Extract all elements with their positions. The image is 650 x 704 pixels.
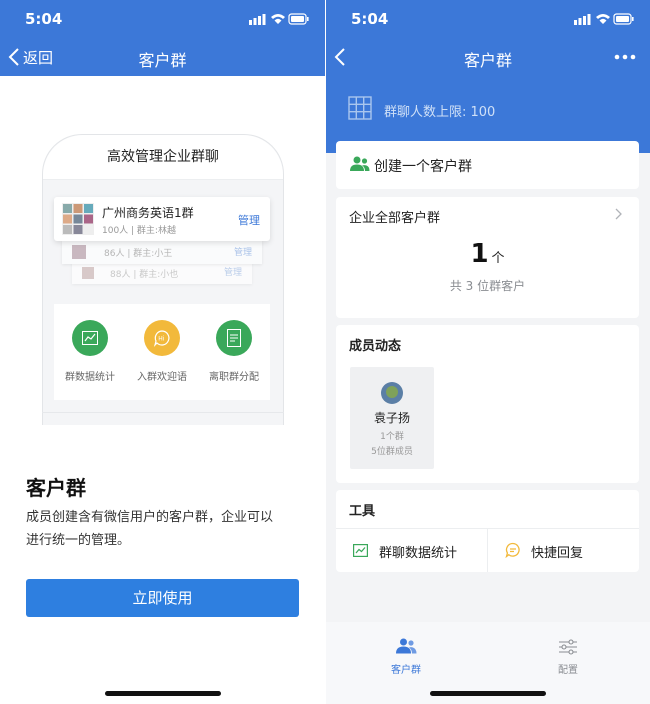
left-screen: 5:04 返回 客户群 高效管理企业群聊 88人 | 群主:小也 管理 86人 … — [0, 0, 325, 704]
group-manage-link: 管理 — [233, 248, 252, 258]
member-limit-label: 群聊人数上限: 100 — [384, 105, 496, 120]
quick-reply-tool[interactable]: 快捷回复 — [488, 529, 639, 572]
divider — [42, 412, 284, 413]
tab-customer-groups[interactable]: 客户群 — [366, 636, 446, 680]
feature-resign-assign: 离职群分配 — [198, 304, 270, 400]
group-meta: 88人 | 群主:小也 — [110, 270, 179, 280]
group-count-value: 1 — [470, 239, 489, 269]
page-title: 客户群 — [138, 51, 187, 70]
group-count-unit: 个 — [491, 251, 505, 266]
tools-card: 工具 群聊数据统计 快捷回复 — [336, 490, 639, 572]
group-stats-label: 群聊数据统计 — [379, 546, 458, 561]
grid-icon — [348, 96, 372, 120]
all-groups-title: 企业全部客户群 — [349, 211, 441, 226]
right-screen: 5:04 客户群 群聊人数上限: 100 创建一个客户群 企业全部客户群 1 个… — [326, 0, 650, 704]
group-stats-tool[interactable]: 群聊数据统计 — [336, 529, 487, 572]
page-title: 客户群 — [463, 51, 512, 70]
more-icon[interactable] — [614, 54, 636, 60]
group-manage-link: 管理 — [223, 268, 242, 278]
group-card-1: 广州商务英语1群 100人 | 群主:林越 管理 — [54, 197, 270, 241]
tab-label: 客户群 — [391, 665, 421, 676]
group-avatar — [72, 245, 86, 259]
feature-label: 群数据统计 — [65, 372, 115, 383]
feature-welcome-msg: Hi 入群欢迎语 — [126, 304, 198, 400]
group-meta: 86人 | 群主:小王 — [104, 249, 173, 259]
mockup-heading: 高效管理企业群聊 — [43, 135, 283, 180]
feature-panel: 群数据统计 Hi 入群欢迎语 离职群分配 — [54, 304, 270, 400]
document-icon — [216, 320, 252, 356]
status-bar: 5:04 — [0, 0, 325, 38]
chart-icon — [353, 544, 368, 557]
group-meta: 100人 | 群主:林越 — [102, 226, 176, 236]
member-customer-count: 5位群成员 — [371, 447, 413, 457]
status-time: 5:04 — [25, 10, 63, 28]
svg-text:Hi: Hi — [158, 336, 165, 343]
group-avatar-grid — [62, 203, 94, 235]
intro-desc-line1: 成员创建含有微信用户的客户群，企业可以 — [26, 510, 274, 525]
member-activity-title: 成员动态 — [349, 339, 402, 354]
status-time: 5:04 — [351, 10, 389, 28]
nav-bar: 返回 客户群 — [0, 38, 325, 76]
feature-label: 入群欢迎语 — [137, 372, 187, 383]
sliders-icon — [559, 639, 577, 655]
home-indicator — [430, 691, 546, 696]
intro-desc-line2: 进行统一的管理。 — [26, 533, 131, 548]
create-group-label: 创建一个客户群 — [374, 159, 472, 175]
chat-bubble-icon — [505, 542, 520, 558]
status-bar: 5:04 — [326, 0, 650, 38]
group-avatar — [82, 267, 94, 279]
member-activity-card: 成员动态 袁子扬 1个群 5位群成员 — [336, 325, 639, 483]
tab-label: 配置 — [558, 665, 578, 676]
group-card-3: 88人 | 群主:小也 管理 — [72, 262, 252, 284]
users-icon — [396, 638, 417, 654]
status-icons — [574, 13, 634, 25]
hi-bubble-icon: Hi — [144, 320, 180, 356]
create-group-button[interactable]: 创建一个客户群 — [336, 141, 639, 189]
status-icons — [249, 13, 309, 25]
group-count: 1个 — [336, 239, 639, 269]
use-now-button[interactable]: 立即使用 — [26, 579, 299, 617]
all-groups-card[interactable]: 企业全部客户群 1个 共 3 位群客户 — [336, 197, 639, 318]
feature-label: 离职群分配 — [209, 372, 259, 383]
quick-reply-label: 快捷回复 — [531, 546, 584, 561]
feature-illustration: 高效管理企业群聊 88人 | 群主:小也 管理 86人 | 群主:小王 管理 广… — [0, 76, 325, 425]
intro-title: 客户群 — [26, 476, 86, 500]
group-customer-count: 共 3 位群客户 — [449, 279, 526, 293]
chevron-right-icon — [615, 208, 622, 220]
group-card-2: 86人 | 群主:小王 管理 — [62, 240, 262, 264]
member-name: 袁子扬 — [373, 411, 410, 425]
member-group-count: 1个群 — [380, 432, 404, 442]
group-name: 广州商务英语1群 — [102, 206, 194, 220]
avatar — [381, 382, 403, 404]
nav-bar: 客户群 — [326, 38, 650, 76]
add-user-icon — [350, 156, 370, 171]
group-manage-link: 管理 — [238, 214, 260, 227]
chart-icon — [72, 320, 108, 356]
tools-title: 工具 — [349, 504, 376, 519]
feature-data-stats: 群数据统计 — [54, 304, 126, 400]
tab-settings[interactable]: 配置 — [528, 636, 608, 680]
home-indicator — [104, 691, 221, 696]
member-card[interactable]: 袁子扬 1个群 5位群成员 — [350, 367, 434, 469]
